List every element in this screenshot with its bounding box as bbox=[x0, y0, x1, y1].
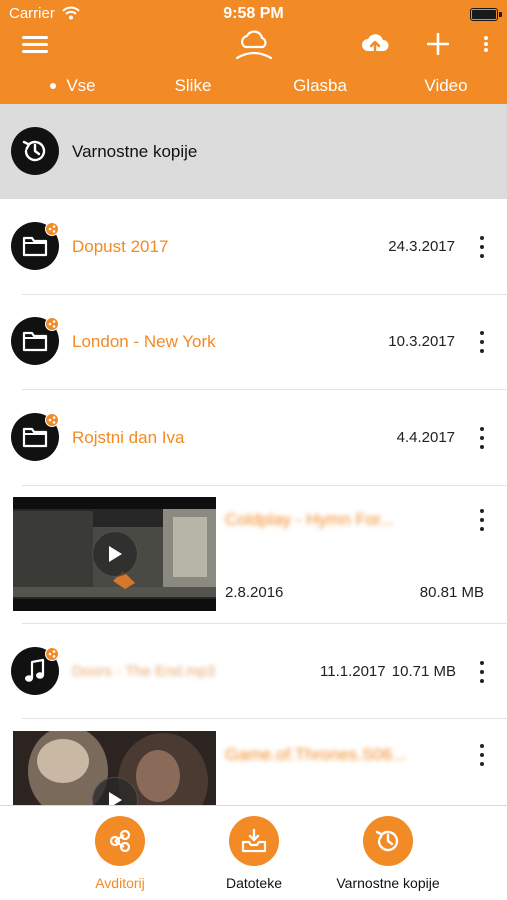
file-size: 80.81 MB bbox=[419, 584, 484, 601]
list-item-album[interactable]: Dopust 2017 24.3.2017 bbox=[0, 199, 507, 294]
album-date: 10.3.2017 bbox=[388, 333, 455, 350]
menu-icon[interactable] bbox=[20, 28, 50, 60]
tab-label: Glasba bbox=[293, 76, 347, 95]
row-more-icon[interactable] bbox=[477, 509, 487, 531]
tab-label: Slike bbox=[174, 76, 212, 95]
backups-row[interactable]: Varnostne kopije bbox=[0, 104, 507, 199]
shared-badge-icon bbox=[45, 317, 59, 331]
bottom-tab-label: Datoteke bbox=[225, 875, 283, 891]
file-date: 2.8.2016 bbox=[225, 584, 284, 601]
battery-nub bbox=[499, 12, 502, 17]
row-more-icon[interactable] bbox=[477, 661, 487, 683]
row-more-icon[interactable] bbox=[477, 744, 487, 766]
audio-title: Doors - The End.mp3 bbox=[72, 663, 216, 680]
row-more-icon[interactable] bbox=[477, 236, 487, 258]
share-nodes-icon bbox=[95, 816, 145, 866]
album-date: 24.3.2017 bbox=[388, 238, 455, 255]
tab-slike[interactable]: Slike bbox=[148, 72, 238, 100]
clock: 9:58 PM bbox=[223, 5, 284, 22]
bottom-tab-avditorij[interactable]: Avditorij bbox=[75, 806, 165, 900]
album-title: Dopust 2017 bbox=[72, 237, 169, 256]
video-thumbnail[interactable] bbox=[13, 497, 216, 611]
tab-glasba[interactable]: Glasba bbox=[275, 72, 365, 100]
video-title: Game.of.Thrones.S06... bbox=[225, 745, 407, 764]
bottom-tab-label: Avditorij bbox=[95, 875, 145, 891]
more-options-icon[interactable] bbox=[476, 28, 496, 60]
app-header: Carrier 9:58 PM Vse Slike Glasba Video bbox=[0, 0, 507, 104]
video-title: Coldplay - Hymn For... bbox=[225, 510, 395, 529]
play-icon[interactable] bbox=[92, 531, 138, 577]
status-bar: Carrier 9:58 PM bbox=[0, 0, 507, 28]
file-size: 10.71 MB bbox=[391, 663, 456, 680]
list-item-audio[interactable]: Doors - The End.mp3 11.1.2017 10.71 MB bbox=[0, 624, 507, 718]
filter-tabs: Vse Slike Glasba Video bbox=[0, 72, 507, 100]
bottom-tab-bar: Avditorij Datoteke Varnostne kopije bbox=[0, 805, 507, 900]
video-thumbnail[interactable] bbox=[13, 731, 216, 805]
list-item-album[interactable]: Rojstni dan Iva 4.4.2017 bbox=[0, 390, 507, 485]
file-date: 11.1.2017 bbox=[320, 663, 386, 680]
list-item-video[interactable]: Game.of.Thrones.S06... bbox=[0, 719, 507, 805]
shared-badge-icon bbox=[45, 222, 59, 236]
bottom-tab-label: Varnostne kopije bbox=[336, 875, 440, 891]
battery-icon bbox=[470, 8, 498, 21]
tab-label: Vse bbox=[66, 76, 96, 95]
list-item-album[interactable]: London - New York 10.3.2017 bbox=[0, 295, 507, 389]
backups-label: Varnostne kopije bbox=[72, 142, 198, 161]
history-icon bbox=[11, 127, 59, 175]
list-item-video[interactable]: Coldplay - Hymn For... 2.8.2016 80.81 MB bbox=[0, 486, 507, 623]
nav-bar bbox=[0, 28, 507, 68]
album-date: 4.4.2017 bbox=[396, 429, 455, 446]
album-title: London - New York bbox=[72, 332, 216, 351]
history-icon bbox=[363, 816, 413, 866]
row-more-icon[interactable] bbox=[477, 331, 487, 353]
album-title: Rojstni dan Iva bbox=[72, 428, 185, 447]
bottom-tab-datoteke[interactable]: Datoteke bbox=[209, 806, 299, 900]
tab-label: Video bbox=[424, 76, 468, 95]
shared-badge-icon bbox=[45, 647, 59, 661]
active-tab-dot bbox=[50, 83, 57, 89]
inbox-tray-icon bbox=[229, 816, 279, 866]
tab-video[interactable]: Video bbox=[401, 72, 491, 100]
cloud-account-icon[interactable] bbox=[231, 28, 277, 60]
shared-badge-icon bbox=[45, 413, 59, 427]
add-icon[interactable] bbox=[424, 28, 452, 60]
bottom-tab-varnostne-kopije[interactable]: Varnostne kopije bbox=[323, 806, 453, 900]
tab-vse[interactable]: Vse bbox=[28, 72, 118, 100]
row-more-icon[interactable] bbox=[477, 427, 487, 449]
cloud-upload-icon[interactable] bbox=[360, 28, 390, 60]
